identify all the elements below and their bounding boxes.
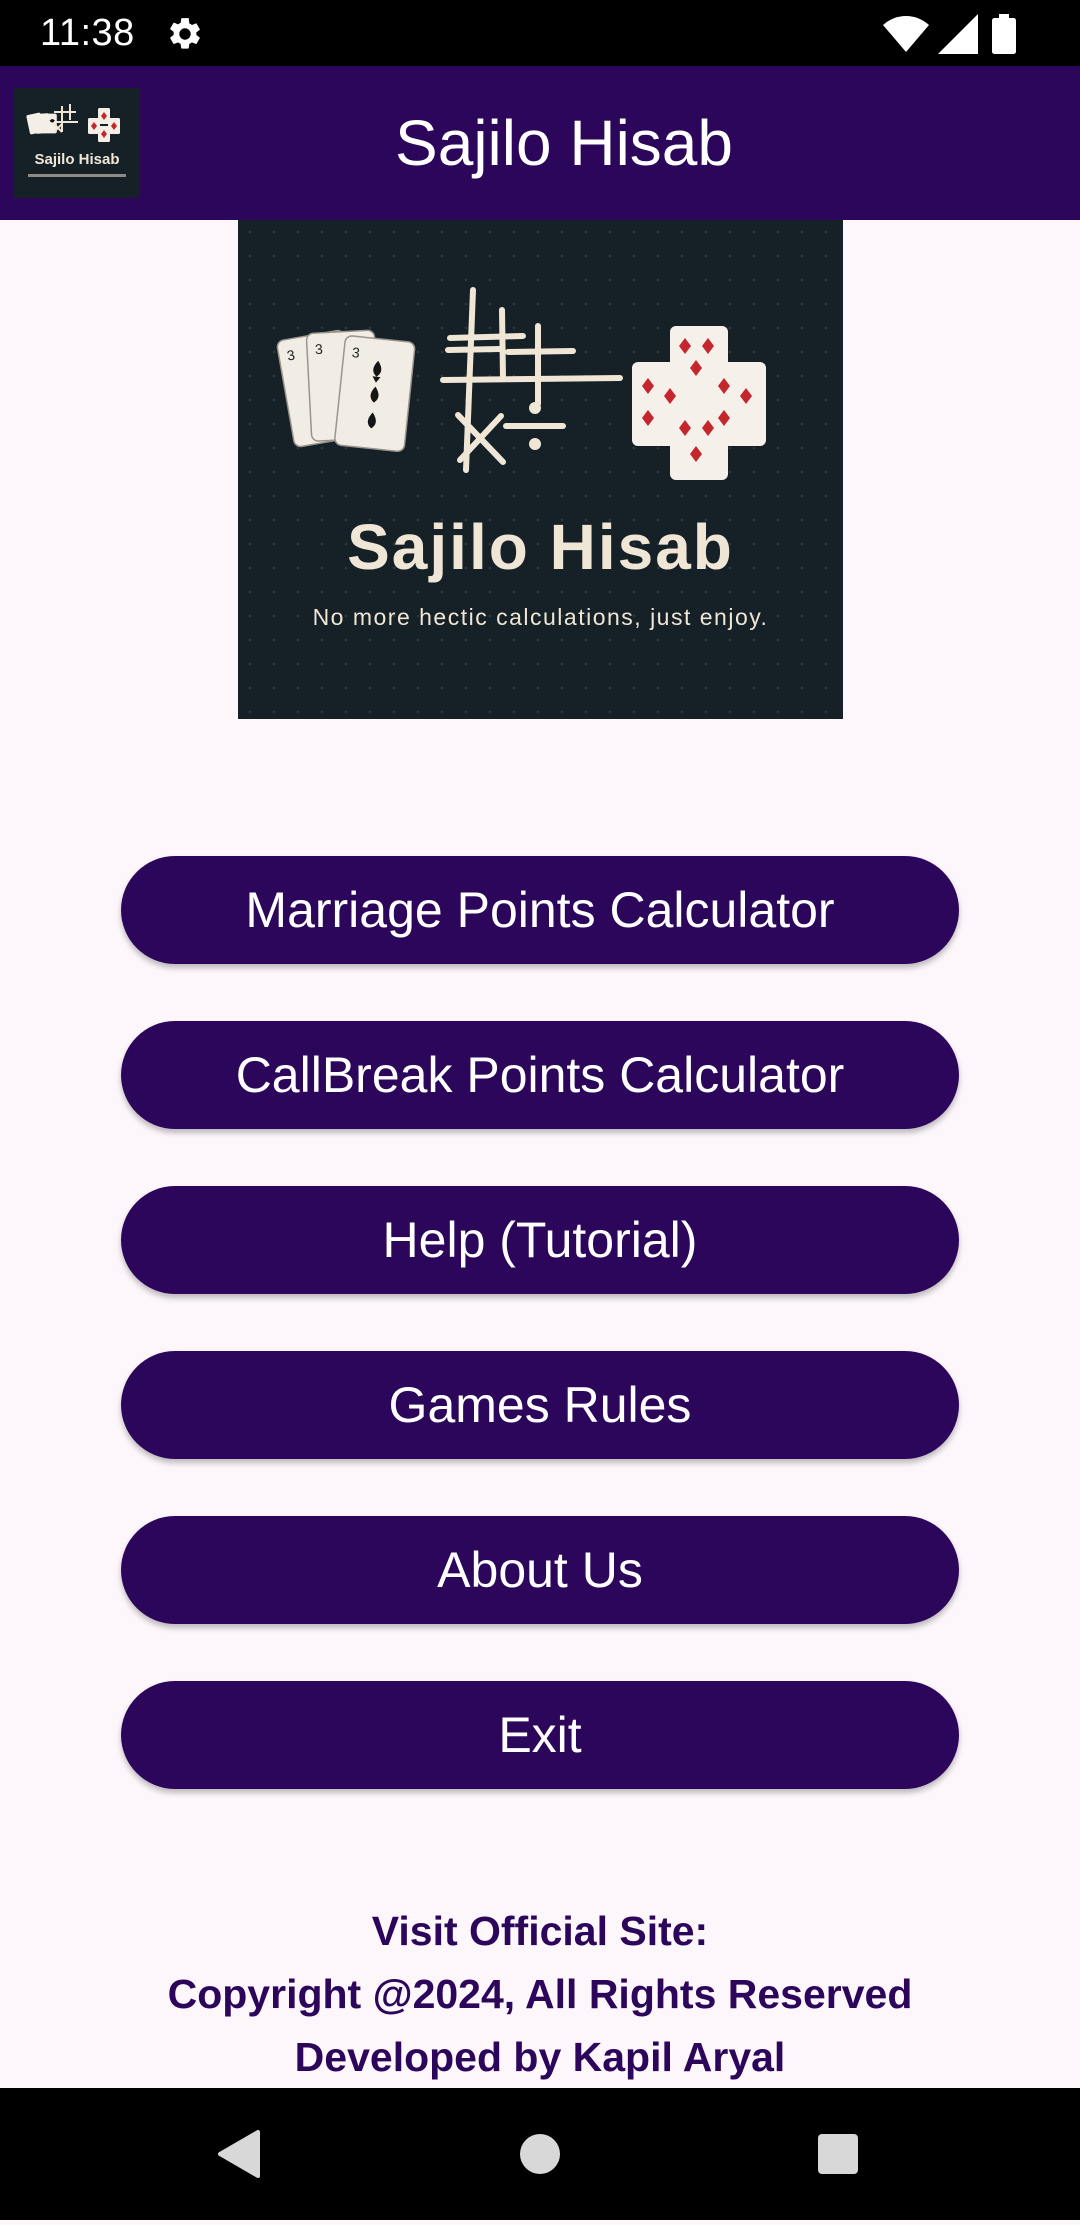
exit-button[interactable]: Exit: [121, 1681, 959, 1789]
copyright-text: Copyright @2024, All Rights Reserved: [167, 1971, 913, 2017]
recents-icon[interactable]: [772, 2088, 904, 2220]
wifi-icon: [883, 16, 929, 52]
cards-math-icon: 3 3 3: [276, 287, 766, 480]
gear-icon: [166, 15, 204, 53]
svg-text:3: 3: [315, 341, 324, 357]
app-title: Sajilo Hisab: [395, 107, 733, 179]
signal-icon: [938, 14, 978, 54]
footer: Visit Official Site: Copyright @2024, Al…: [0, 1900, 1080, 2089]
back-icon[interactable]: [174, 2088, 306, 2220]
status-bar: 11:38: [0, 0, 1080, 66]
developer-text: Developed by Kapil Aryal: [294, 2034, 786, 2080]
status-icons: [882, 14, 1042, 54]
app-bar: Sajilo Hisab Sajilo Hisab: [0, 66, 1080, 220]
main-menu: Marriage Points Calculator CallBreak Poi…: [121, 856, 959, 1846]
about-us-button[interactable]: About Us: [121, 1516, 959, 1624]
official-site-link[interactable]: Visit Official Site:: [0, 1900, 1080, 1963]
home-icon[interactable]: [474, 2088, 606, 2220]
navigation-bar: [0, 2088, 1080, 2220]
games-rules-button[interactable]: Games Rules: [121, 1351, 959, 1459]
help-tutorial-button[interactable]: Help (Tutorial): [121, 1186, 959, 1294]
banner-tagline: No more hectic calculations, just enjoy.: [312, 604, 769, 630]
banner-title: Sajilo Hisab: [347, 511, 734, 583]
battery-icon: [992, 14, 1016, 54]
app-banner: 3 3 3 Sajilo Hisab No more hectic calcul…: [238, 220, 843, 719]
callbreak-points-calculator-button[interactable]: CallBreak Points Calculator: [121, 1021, 959, 1129]
status-time: 11:38: [40, 12, 135, 54]
marriage-points-calculator-button[interactable]: Marriage Points Calculator: [121, 856, 959, 964]
